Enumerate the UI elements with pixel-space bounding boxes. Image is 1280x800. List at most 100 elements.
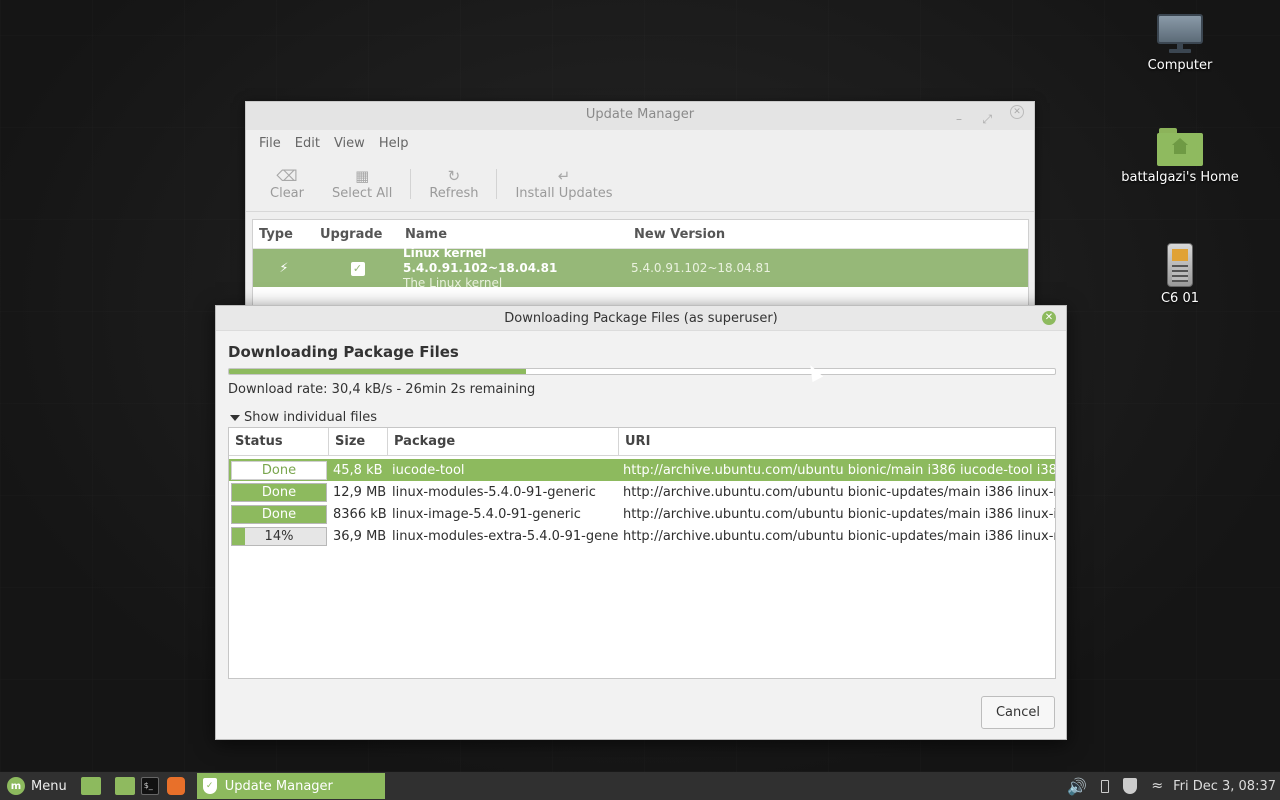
- file-row[interactable]: Done 8366 kB linux-image-5.4.0-91-generi…: [229, 503, 1055, 525]
- expander-label: Show individual files: [244, 410, 378, 425]
- update-row[interactable]: ⚡ ✓ Linux kernel 5.4.0.91.102~18.04.81 T…: [253, 245, 1028, 290]
- task-label: Update Manager: [224, 778, 333, 794]
- refresh-button[interactable]: ↻ Refresh: [415, 166, 492, 201]
- file-size: 12,9 MB: [333, 484, 387, 500]
- computer-icon: [1157, 14, 1203, 54]
- menu-edit[interactable]: Edit: [288, 136, 327, 151]
- update-description: The Linux kernel: [403, 275, 503, 290]
- updates-header: Type Upgrade Name New Version: [253, 220, 1028, 249]
- status-progress: 14%: [231, 526, 327, 546]
- col-uri[interactable]: URI: [619, 428, 1055, 455]
- refresh-icon: ↻: [447, 167, 461, 185]
- desktop-icon-computer[interactable]: Computer: [1110, 14, 1250, 73]
- update-manager-window: Update Manager – ⤢ ✕ File Edit View Help…: [245, 101, 1035, 311]
- overall-progress-bar: [228, 368, 1056, 375]
- file-size: 8366 kB: [333, 506, 387, 522]
- file-uri: http://archive.ubuntu.com/ubuntu bionic/…: [623, 462, 1055, 478]
- file-size: 36,9 MB: [333, 528, 387, 544]
- mint-logo-icon: m: [7, 777, 25, 795]
- expander-arrow-icon: [230, 414, 240, 421]
- taskbar: m Menu $_ ✓ Update Manager 🔊 ≈ Fri Dec 3…: [0, 772, 1280, 800]
- system-tray: 🔊 ≈ Fri Dec 3, 08:37: [1053, 777, 1280, 796]
- update-shield-icon[interactable]: [1123, 778, 1138, 794]
- select-all-icon: ▦: [355, 167, 370, 185]
- menu-view[interactable]: View: [327, 136, 372, 151]
- toolbar-separator: [410, 168, 412, 199]
- col-type[interactable]: Type: [253, 227, 315, 242]
- col-status[interactable]: Status: [229, 428, 329, 455]
- desktop-icon-phone[interactable]: C6 01: [1110, 243, 1250, 306]
- file-row[interactable]: Done 12,9 MB linux-modules-5.4.0-91-gene…: [229, 481, 1055, 503]
- clear-button[interactable]: ⌫ Clear: [256, 166, 318, 201]
- dialog-heading: Downloading Package Files: [228, 343, 459, 361]
- home-folder-icon: [1157, 128, 1203, 166]
- file-row[interactable]: Done 45,8 kB iucode-tool http://archive.…: [229, 459, 1055, 481]
- cancel-button[interactable]: Cancel: [981, 696, 1055, 729]
- window-titlebar: Update Manager – ⤢ ✕: [246, 102, 1034, 130]
- file-size: 45,8 kB: [333, 462, 383, 478]
- col-package[interactable]: Package: [388, 428, 619, 455]
- menu-label: Menu: [31, 778, 67, 794]
- volume-icon[interactable]: 🔊: [1067, 777, 1087, 796]
- dialog-title: Downloading Package Files (as superuser): [504, 311, 778, 326]
- install-icon: ↵: [557, 167, 571, 185]
- taskbar-item-update-manager[interactable]: ✓ Update Manager: [196, 773, 385, 799]
- show-files-expander[interactable]: Show individual files: [230, 410, 377, 425]
- status-text: Done: [261, 506, 297, 522]
- upgrade-checkbox[interactable]: ✓: [350, 261, 365, 276]
- file-row[interactable]: 14% 36,9 MB linux-modules-extra-5.4.0-91…: [229, 525, 1055, 547]
- kernel-type-icon: ⚡: [279, 260, 289, 276]
- status-text: Done: [261, 462, 297, 478]
- status-progress: Done: [231, 504, 327, 524]
- status-text: Done: [261, 484, 297, 500]
- phone-device-icon: [1167, 243, 1193, 287]
- menu-button[interactable]: m Menu: [0, 777, 67, 795]
- file-uri: http://archive.ubuntu.com/ubuntu bionic-…: [623, 506, 1055, 522]
- col-upgrade[interactable]: Upgrade: [315, 227, 400, 242]
- select-all-label: Select All: [332, 186, 393, 201]
- install-updates-button[interactable]: ↵ Install Updates: [501, 166, 626, 201]
- col-size[interactable]: Size: [329, 428, 388, 455]
- download-rate: Download rate: 30,4 kB/s - 26min 2s rema…: [228, 382, 536, 397]
- files-folder-icon[interactable]: [114, 777, 135, 795]
- maximize-icon[interactable]: ⤢: [982, 106, 992, 132]
- files-header: Status Size Package URI: [229, 428, 1055, 456]
- show-desktop-icon[interactable]: [80, 777, 101, 795]
- install-updates-label: Install Updates: [515, 186, 613, 201]
- menu-file[interactable]: File: [252, 136, 288, 151]
- dialog-titlebar: Downloading Package Files (as superuser)…: [216, 306, 1066, 331]
- updates-list: Type Upgrade Name New Version ⚡ ✓ Linux …: [252, 219, 1029, 311]
- select-all-button[interactable]: ▦ Select All: [318, 166, 406, 201]
- clock[interactable]: Fri Dec 3, 08:37: [1173, 779, 1276, 794]
- files-table: Status Size Package URI Done 45,8 kB iuc…: [228, 427, 1056, 679]
- desktop-icon-label: battalgazi's Home: [1121, 170, 1239, 185]
- file-package: linux-modules-5.4.0-91-generic: [392, 484, 596, 500]
- download-dialog: Downloading Package Files (as superuser)…: [215, 305, 1067, 740]
- update-version: 5.4.0.91.102~18.04.81: [631, 261, 771, 275]
- close-icon[interactable]: ✕: [1010, 105, 1024, 119]
- terminal-icon[interactable]: $_: [140, 777, 159, 795]
- menu-help[interactable]: Help: [372, 136, 416, 151]
- clear-label: Clear: [270, 186, 304, 201]
- file-uri: http://archive.ubuntu.com/ubuntu bionic-…: [623, 528, 1055, 544]
- battery-icon[interactable]: [1101, 779, 1110, 793]
- menubar: File Edit View Help: [246, 130, 1034, 156]
- desktop-icon-label: Computer: [1147, 58, 1213, 73]
- refresh-label: Refresh: [429, 186, 479, 201]
- col-new-version[interactable]: New Version: [629, 227, 725, 242]
- minimize-icon[interactable]: –: [956, 106, 962, 132]
- window-title: Update Manager: [585, 107, 695, 122]
- desktop-icon-home[interactable]: battalgazi's Home: [1110, 128, 1250, 185]
- shield-icon: ✓: [202, 778, 217, 794]
- status-progress: Done: [231, 460, 327, 480]
- toolbar-separator: [496, 168, 498, 199]
- file-uri: http://archive.ubuntu.com/ubuntu bionic-…: [623, 484, 1055, 500]
- col-name[interactable]: Name: [400, 227, 629, 242]
- toolbar: ⌫ Clear ▦ Select All ↻ Refresh ↵ Install…: [246, 156, 1034, 212]
- status-text: 14%: [264, 528, 294, 544]
- file-package: iucode-tool: [392, 462, 465, 478]
- wifi-icon[interactable]: ≈: [1151, 778, 1163, 794]
- close-icon[interactable]: ✕: [1042, 311, 1056, 325]
- firefox-icon[interactable]: [166, 777, 185, 795]
- update-name: Linux kernel 5.4.0.91.102~18.04.81: [403, 245, 558, 275]
